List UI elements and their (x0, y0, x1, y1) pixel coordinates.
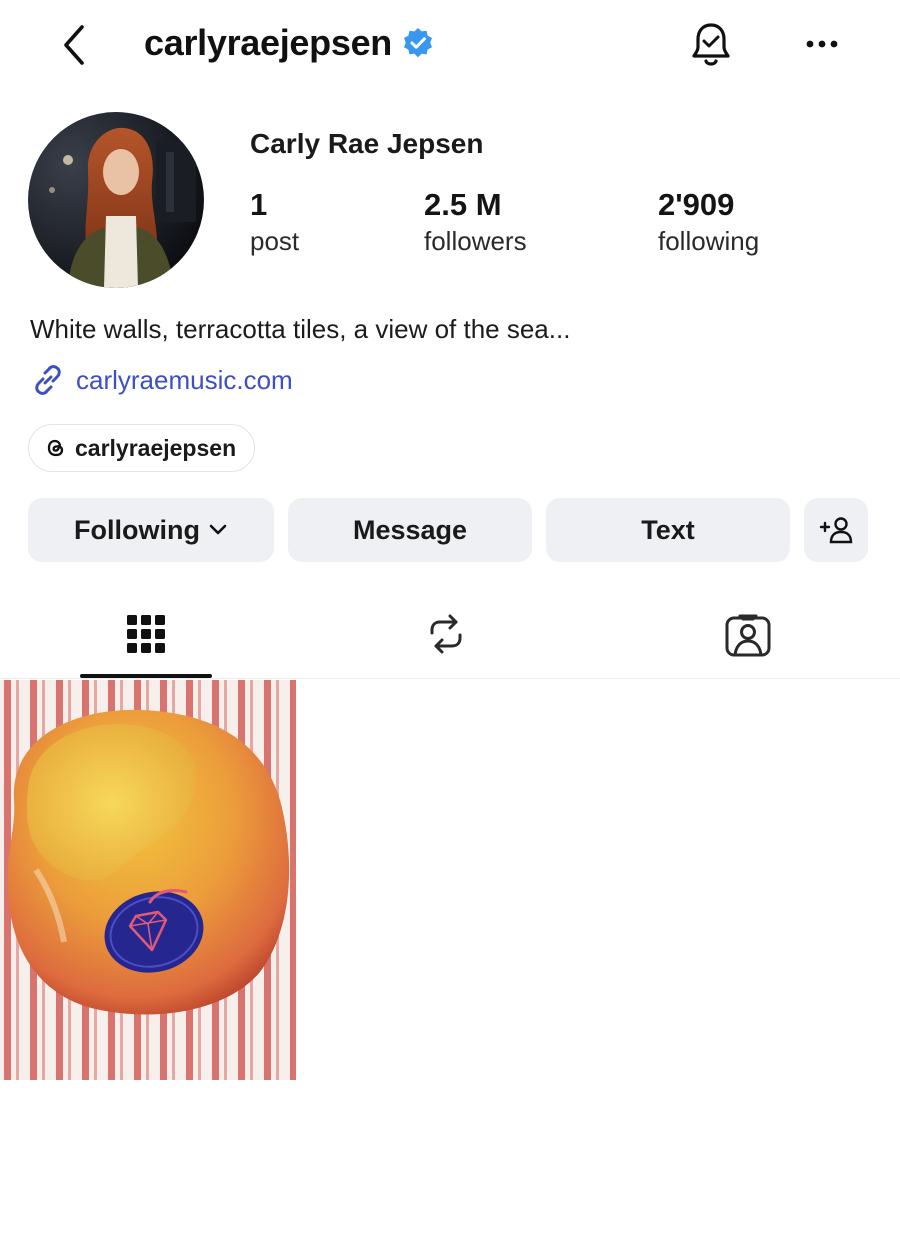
add-user-button[interactable] (804, 498, 868, 562)
tab-reposts[interactable] (412, 604, 480, 664)
username: carlyraejepsen (144, 22, 392, 63)
text-button-label: Text (641, 514, 695, 545)
message-button[interactable]: Message (288, 498, 532, 562)
followers-label: followers (424, 226, 527, 256)
tabs-divider (0, 678, 900, 679)
grid-icon (127, 615, 165, 653)
post-thumbnail (0, 680, 296, 1080)
full-name: Carly Rae Jepsen (250, 128, 484, 159)
more-options-button[interactable] (800, 26, 844, 62)
following-count: 2'909 (658, 187, 735, 222)
bell-icon (692, 23, 730, 66)
link-icon (35, 365, 61, 395)
verified-badge-icon (403, 28, 432, 58)
grid-post[interactable] (0, 680, 296, 1080)
following-button-label: Following (74, 514, 200, 545)
profile-avatar[interactable] (28, 112, 204, 288)
back-button[interactable] (52, 20, 96, 70)
more-icon (806, 40, 838, 48)
posts-count: 1 (250, 187, 268, 222)
stat-posts[interactable]: 1 post (250, 186, 299, 258)
notifications-button[interactable] (686, 18, 736, 72)
following-button[interactable]: Following (28, 498, 274, 562)
tagged-icon (725, 614, 771, 657)
tab-tagged[interactable] (714, 604, 782, 664)
tab-grid[interactable] (112, 604, 180, 664)
bio-text: White walls, terracotta tiles, a view of… (30, 314, 571, 344)
profile-username-header: carlyraejepsen (144, 22, 434, 64)
website-link[interactable]: carlyraemusic.com (30, 362, 293, 398)
website-link-text: carlyraemusic.com (76, 364, 293, 395)
tab-selected-indicator (80, 674, 212, 678)
threads-icon (47, 439, 64, 457)
reposts-icon (430, 614, 462, 654)
add-person-icon (819, 517, 853, 544)
posts-label: post (250, 226, 300, 256)
message-button-label: Message (352, 514, 468, 545)
stat-following[interactable]: 2'909 following (658, 186, 759, 258)
threads-badge[interactable]: carlyraejepsen (28, 424, 256, 472)
text-button[interactable]: Text (546, 498, 790, 562)
chevron-down-icon (209, 524, 227, 535)
following-label: following (658, 226, 760, 256)
avatar-photo (28, 112, 204, 288)
threads-handle: carlyraejepsen (75, 434, 237, 461)
back-chevron-icon (64, 25, 84, 65)
stat-followers[interactable]: 2.5 M followers (424, 186, 527, 258)
followers-count: 2.5 M (424, 187, 502, 222)
